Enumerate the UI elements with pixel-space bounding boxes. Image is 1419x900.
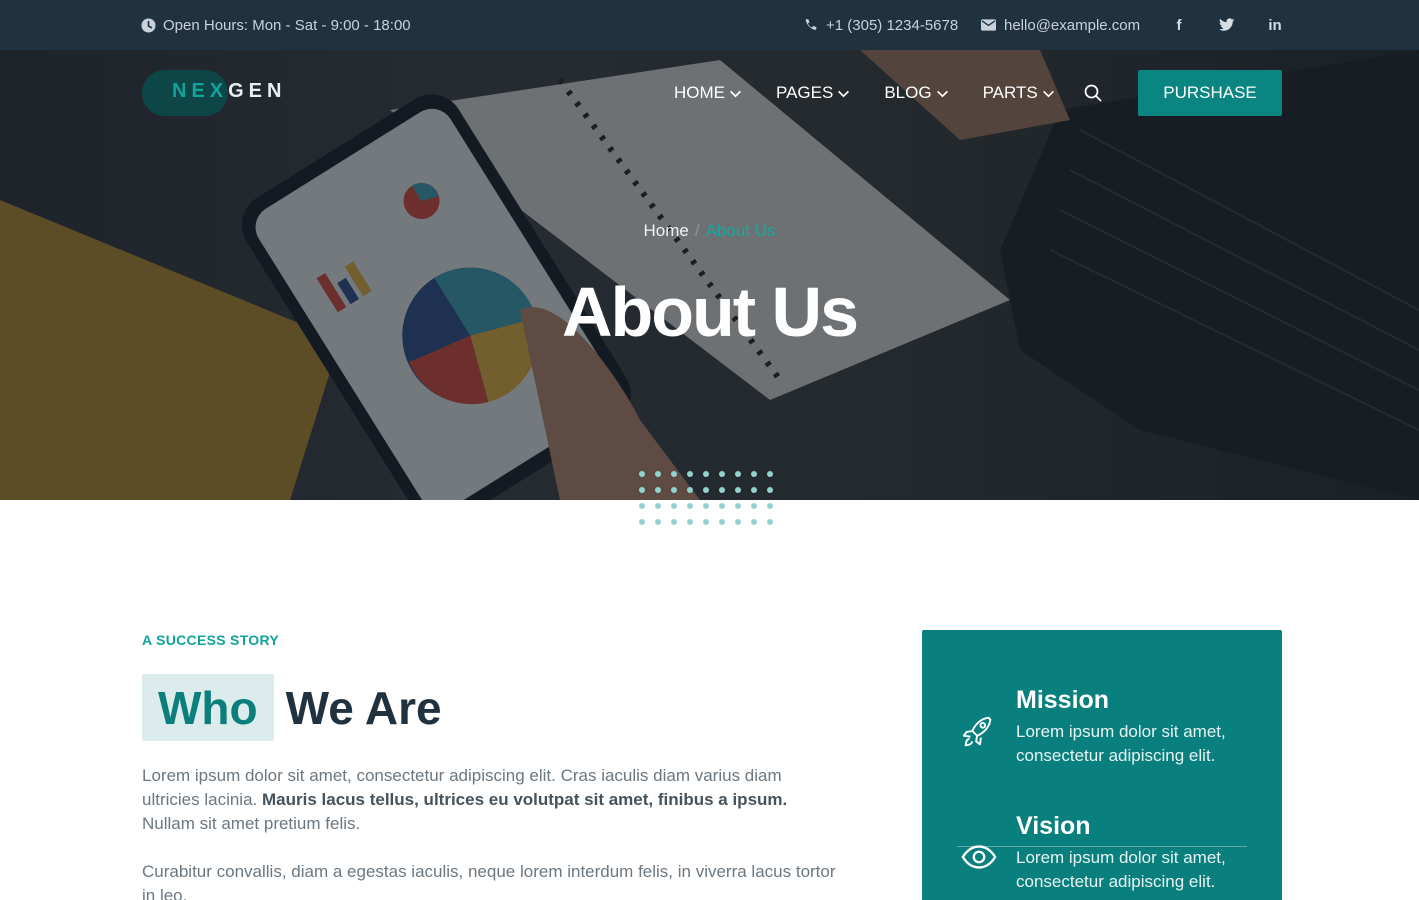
- breadcrumb-home[interactable]: Home: [643, 221, 688, 240]
- social-links: f in: [1170, 0, 1284, 50]
- logo-text-part1: NEX: [172, 80, 229, 102]
- mission-text: Lorem ipsum dolor sit amet, consectetur …: [1016, 722, 1226, 765]
- nav-item-label: PAGES: [776, 83, 834, 102]
- nav-item-parts[interactable]: PARTS: [983, 83, 1055, 103]
- dot-pattern-decoration: [639, 471, 773, 525]
- phone-link[interactable]: +1 (305) 1234-5678: [803, 0, 958, 50]
- nav-item-label: PARTS: [982, 83, 1038, 102]
- intro-text-c: Nullam sit amet pretium felis.: [142, 814, 361, 833]
- nav-item-label: BLOG: [884, 83, 932, 102]
- search-icon[interactable]: [1083, 83, 1103, 103]
- envelope-icon: [981, 19, 996, 31]
- chevron-down-icon: [730, 90, 741, 97]
- rocket-icon: [962, 716, 992, 747]
- facebook-icon[interactable]: f: [1170, 16, 1188, 34]
- heading-rest: We Are: [285, 681, 442, 734]
- intro-paragraph: Lorem ipsum dolor sit amet, consectetur …: [142, 764, 842, 836]
- nav-item-blog[interactable]: BLOG: [884, 83, 948, 103]
- email-link[interactable]: hello@example.com: [981, 0, 1140, 50]
- logo-text-part2: GEN: [228, 80, 287, 102]
- phone-number[interactable]: +1 (305) 1234-5678: [826, 17, 958, 34]
- intro-text-bold: Mauris lacus tellus, ultrices eu volutpa…: [262, 790, 788, 809]
- email-address[interactable]: hello@example.com: [1004, 17, 1140, 34]
- open-hours-text: Open Hours: Mon - Sat - 9:00 - 18:00: [163, 16, 411, 34]
- logo-text: NEXGEN: [172, 80, 286, 103]
- vision-text: Lorem ipsum dolor sit amet, consectetur …: [1016, 848, 1226, 891]
- open-hours: Open Hours: Mon - Sat - 9:00 - 18:00: [141, 0, 411, 50]
- phone-icon: [805, 18, 817, 30]
- breadcrumb-separator: /: [694, 221, 700, 240]
- section-heading: Who We Are: [142, 674, 442, 741]
- eye-icon: [961, 845, 997, 869]
- top-bar: Open Hours: Mon - Sat - 9:00 - 18:00 +1 …: [0, 0, 1419, 50]
- breadcrumb: Home / About Us: [0, 221, 1419, 241]
- chevron-down-icon: [936, 90, 948, 97]
- clock-icon: [141, 17, 156, 33]
- page-title: About Us: [561, 273, 859, 351]
- vision-title: Vision: [1016, 812, 1091, 840]
- mission-vision-card: Mission Lorem ipsum dolor sit amet, cons…: [922, 630, 1282, 900]
- mission-title: Mission: [1016, 686, 1110, 714]
- hero-banner: NEXGEN HOME PAGES BLOG PARTS PURSHASE Ho…: [0, 50, 1419, 500]
- nav-item-home[interactable]: HOME: [674, 83, 742, 103]
- brand-logo[interactable]: NEXGEN: [142, 70, 302, 116]
- section-kicker: A SUCCESS STORY: [142, 632, 280, 648]
- second-paragraph: Curabitur convallis, diam a egestas iacu…: [142, 862, 836, 900]
- chevron-down-icon: [1042, 90, 1054, 97]
- chevron-down-icon: [838, 90, 850, 97]
- linkedin-icon[interactable]: in: [1266, 16, 1284, 34]
- nav-item-label: HOME: [674, 83, 725, 102]
- purchase-button[interactable]: PURSHASE: [1138, 70, 1282, 116]
- heading-highlight: Who: [142, 674, 274, 741]
- nav-item-pages[interactable]: PAGES: [776, 83, 850, 103]
- main-nav: HOME PAGES BLOG PARTS: [674, 70, 1103, 116]
- twitter-icon[interactable]: [1218, 16, 1236, 34]
- breadcrumb-current: About Us: [705, 221, 776, 240]
